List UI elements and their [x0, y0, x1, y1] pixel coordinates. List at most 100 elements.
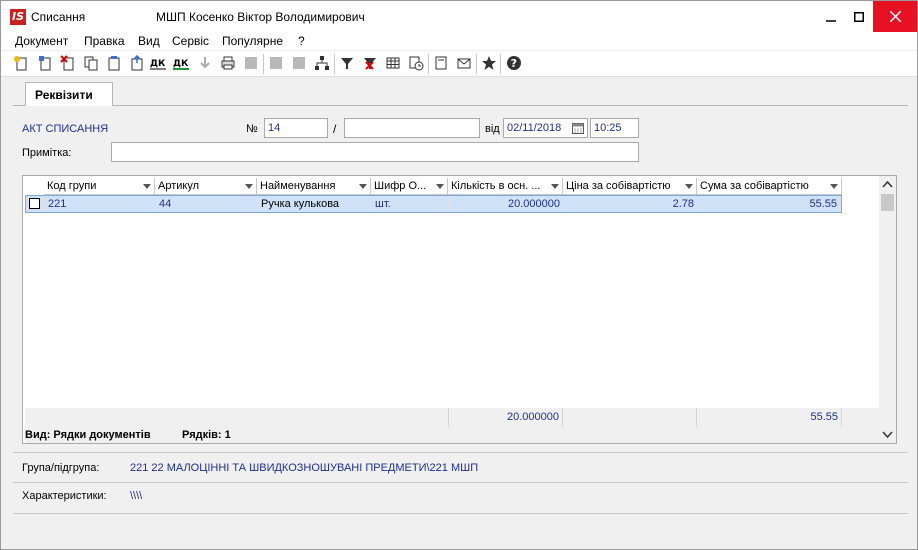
- column-header-sum[interactable]: Сума за собівартістю: [697, 178, 842, 195]
- date-from-label: від: [485, 123, 500, 135]
- cell-name[interactable]: Ручка кулькова: [258, 196, 372, 212]
- sort-arrow-icon[interactable]: [143, 184, 151, 189]
- grid-vertical-scrollbar[interactable]: [879, 176, 896, 443]
- maximize-icon: [854, 11, 864, 22]
- total-sum: 55.55: [697, 408, 842, 427]
- form-icon[interactable]: [432, 54, 450, 72]
- toolbar-separator: [500, 54, 501, 74]
- menu-popular[interactable]: Популярне: [222, 34, 283, 48]
- menu-view[interactable]: Вид: [138, 34, 160, 48]
- scroll-down-icon[interactable]: [882, 431, 893, 439]
- cell-unit[interactable]: шт.: [372, 196, 449, 212]
- scroll-thumb[interactable]: [881, 194, 894, 211]
- tab-requisites[interactable]: Реквізити: [25, 82, 113, 107]
- menu-edit[interactable]: Правка: [84, 34, 125, 48]
- title-bar: IS Списання МШП Косенко Віктор Володимир…: [1, 1, 917, 32]
- row-checkbox[interactable]: [29, 198, 40, 209]
- debit-credit-green-icon[interactable]: ДК: [173, 54, 191, 72]
- tab-strip: Реквізити: [13, 82, 908, 107]
- calendar-icon[interactable]: [572, 122, 584, 134]
- close-button[interactable]: [873, 1, 917, 32]
- maximize-button[interactable]: [844, 1, 874, 32]
- help-icon[interactable]: ?: [505, 54, 523, 72]
- svg-text:ДК: ДК: [173, 59, 189, 69]
- copy-doc-icon[interactable]: [36, 54, 54, 72]
- toolbar-separator: [476, 54, 477, 74]
- disabled-square-icon[interactable]: [242, 54, 260, 72]
- window-title: Списання: [31, 10, 86, 24]
- section-divider: [13, 482, 908, 483]
- menu-document[interactable]: Документ: [15, 34, 68, 48]
- column-header-unit[interactable]: Шифр О...: [371, 178, 448, 195]
- row-checkbox-cell[interactable]: [26, 196, 45, 212]
- mail-icon[interactable]: [455, 54, 473, 72]
- delete-doc-icon[interactable]: [59, 54, 77, 72]
- sort-arrow-icon[interactable]: [436, 184, 444, 189]
- document-lines-grid: Код групи Артикул Найменування Шифр О...…: [22, 175, 897, 444]
- new-doc-icon[interactable]: [12, 54, 30, 72]
- duplicate-icon[interactable]: [82, 54, 100, 72]
- number-label: №: [246, 123, 258, 135]
- characteristics-label: Характеристики:: [22, 490, 107, 502]
- table-row[interactable]: 221 44 Ручка кулькова шт. 20.000000 2.78…: [25, 195, 842, 213]
- export-icon[interactable]: [128, 54, 146, 72]
- toolbar-separator: [334, 54, 335, 74]
- grid-status-row: Вид: Рядки документів Рядків: 1: [25, 427, 879, 443]
- doc-type-label: АКТ СПИСАННЯ: [22, 123, 109, 135]
- date-field[interactable]: 02/11/2018: [503, 118, 588, 138]
- clear-filter-icon[interactable]: [361, 54, 379, 72]
- print-icon[interactable]: [219, 54, 237, 72]
- menu-service[interactable]: Сервіс: [172, 34, 209, 48]
- cell-price[interactable]: 2.78: [564, 196, 698, 212]
- doc-number-suffix-field[interactable]: [344, 118, 480, 138]
- filter-icon[interactable]: [338, 54, 356, 72]
- column-header-article[interactable]: Артикул: [155, 178, 257, 195]
- grid-view-label: Вид: Рядки документів: [25, 429, 151, 441]
- doc-number-field[interactable]: 14: [264, 118, 328, 138]
- menu-help[interactable]: ?: [298, 34, 305, 48]
- toolbar-separator: [428, 54, 429, 74]
- column-header-price[interactable]: Ціна за собівартістю: [563, 178, 697, 195]
- menu-bar: Документ Правка Вид Сервіс Популярне ?: [1, 32, 917, 50]
- section-divider: [13, 452, 908, 453]
- cell-group-code[interactable]: 221: [45, 196, 156, 212]
- history-icon[interactable]: [407, 54, 425, 72]
- note-field[interactable]: [111, 142, 639, 162]
- debit-credit-icon[interactable]: ДК: [150, 54, 168, 72]
- grid-rows-count: Рядків: 1: [182, 429, 231, 441]
- toolbar: ДК ДК ?: [1, 51, 917, 77]
- minimize-button[interactable]: [816, 1, 846, 32]
- disabled-square3-icon[interactable]: [290, 54, 308, 72]
- column-header-name[interactable]: Найменування: [257, 178, 371, 195]
- cell-article[interactable]: 44: [156, 196, 258, 212]
- paste-icon[interactable]: [105, 54, 123, 72]
- sort-arrow-icon[interactable]: [359, 184, 367, 189]
- app-logo-icon: IS: [10, 9, 26, 25]
- sort-arrow-icon[interactable]: [830, 184, 838, 189]
- cell-sum[interactable]: 55.55: [698, 196, 841, 212]
- scroll-up-icon[interactable]: [882, 180, 893, 188]
- status-bar: [13, 513, 908, 539]
- column-header-quantity[interactable]: Кількість в осн. ...: [448, 178, 563, 195]
- favorite-icon[interactable]: [480, 54, 498, 72]
- total-price-empty: [563, 408, 697, 427]
- hierarchy-icon[interactable]: [313, 54, 331, 72]
- sort-arrow-icon[interactable]: [245, 184, 253, 189]
- grid-totals-row: 20.000000 55.55: [25, 408, 879, 427]
- window-subtitle: МШП Косенко Віктор Володимирович: [156, 10, 365, 24]
- group-label: Група/підгрупа:: [22, 462, 100, 474]
- cell-quantity[interactable]: 20.000000: [449, 196, 564, 212]
- time-field[interactable]: 10:25: [590, 118, 639, 138]
- table-icon[interactable]: [384, 54, 402, 72]
- close-icon: [889, 11, 901, 22]
- svg-text:ДК: ДК: [150, 59, 166, 69]
- number-slash: /: [333, 122, 337, 136]
- disabled-square2-icon[interactable]: [267, 54, 285, 72]
- window: IS Списання МШП Косенко Віктор Володимир…: [0, 0, 918, 550]
- column-header-group-code[interactable]: Код групи: [44, 178, 155, 195]
- sort-arrow-icon[interactable]: [551, 184, 559, 189]
- minimize-icon: [826, 19, 836, 22]
- disabled-arrow-icon[interactable]: [196, 54, 214, 72]
- sort-arrow-icon[interactable]: [685, 184, 693, 189]
- group-value: 221 22 МАЛОЦІННІ ТА ШВИДКОЗНОШУВАНІ ПРЕД…: [130, 462, 479, 474]
